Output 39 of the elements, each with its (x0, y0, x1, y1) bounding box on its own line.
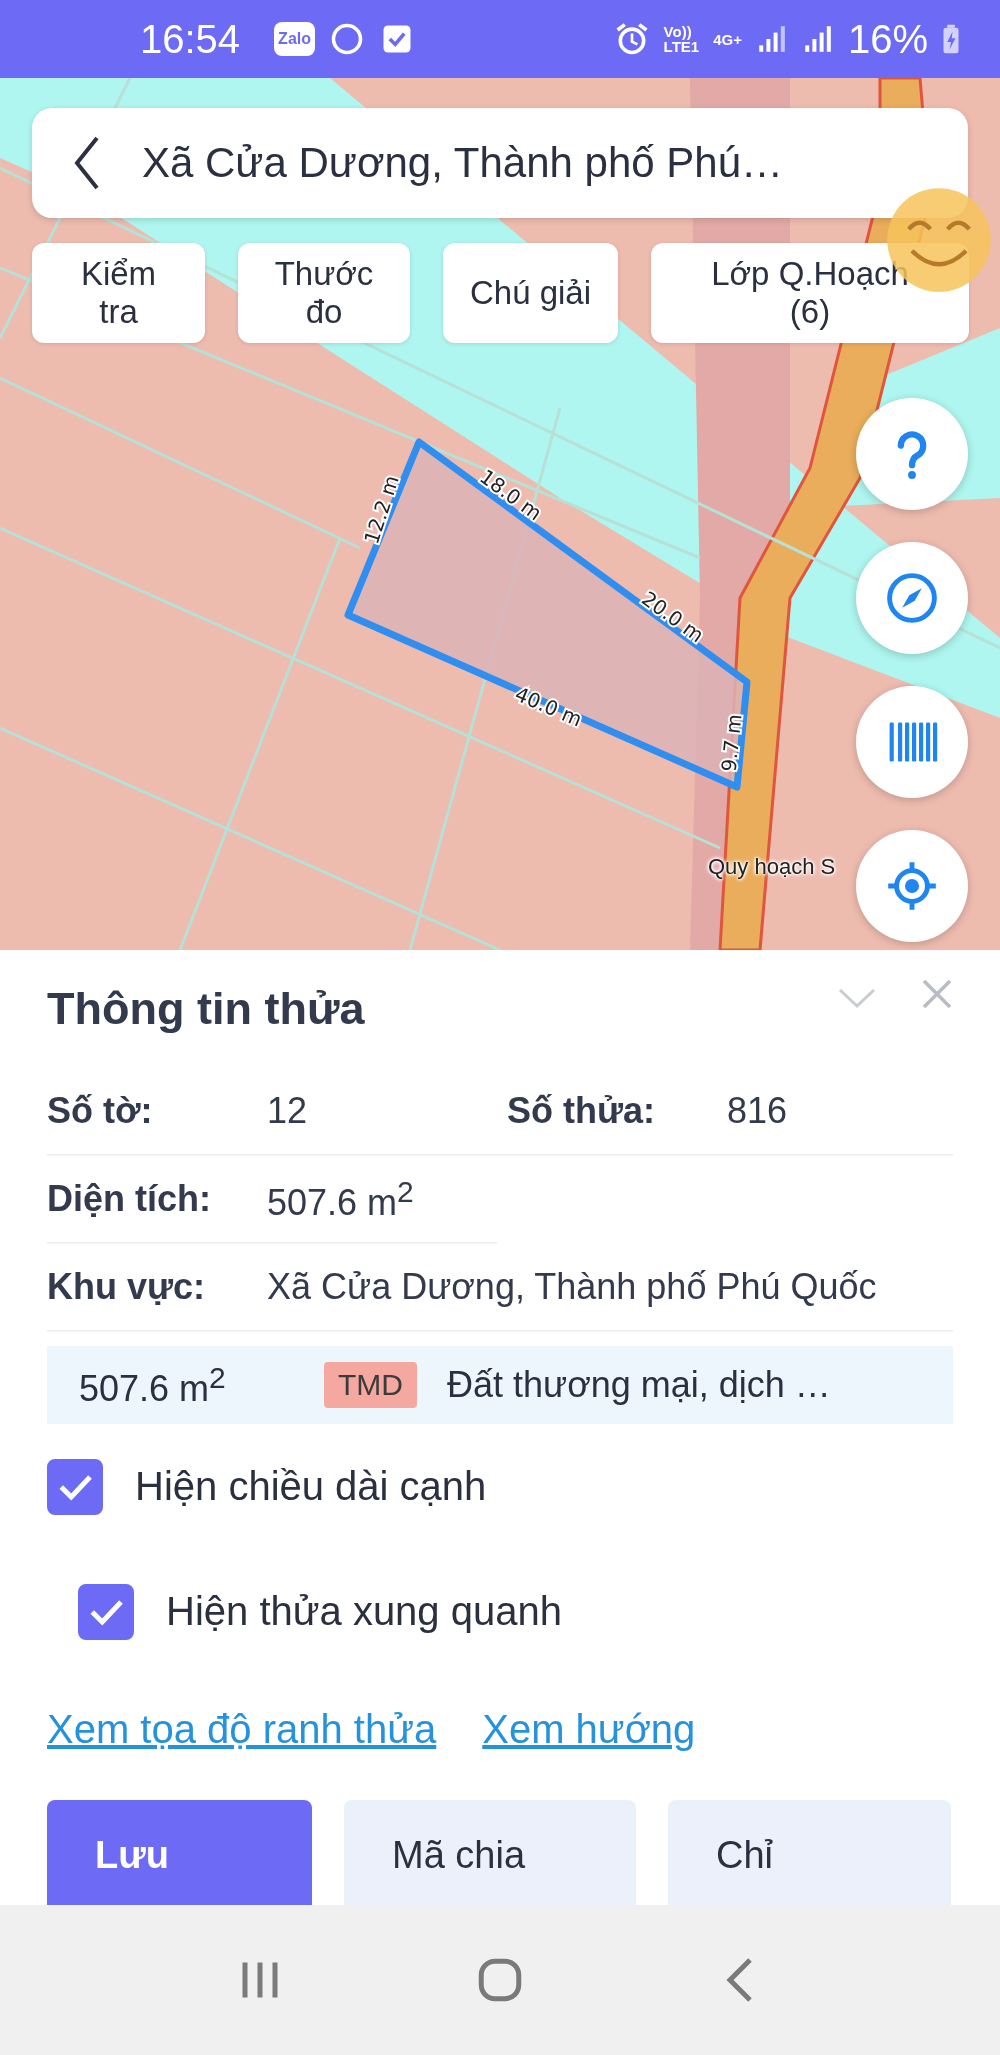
lte-label: LTE1 (663, 39, 700, 54)
land-use-area: 507.6 m$^{2}$ (79, 1360, 324, 1410)
compass-icon (884, 570, 940, 626)
battery-percent: 16% (847, 16, 928, 62)
edge-length-label: 18.0 m (475, 464, 547, 526)
action-button[interactable]: Chỉ (668, 1800, 951, 1905)
checkbox[interactable] (78, 1583, 134, 1640)
field-value: 12 (267, 1090, 309, 1132)
search-value: Xã Cửa Dương, Thành phố Phú… (142, 139, 784, 187)
field-value: 507.6 m$^{2}$ (267, 1174, 414, 1224)
status-time: 16:54 (140, 16, 241, 62)
checkbox-label[interactable]: Hiện chiều dài cạnh (135, 1464, 487, 1509)
network-label: 4G+ (713, 30, 742, 48)
land-use-code: TMD (324, 1362, 417, 1408)
circle-icon (329, 21, 365, 57)
checkbox[interactable] (47, 1458, 103, 1515)
land-use-description: Đất thương mại, dịch … (447, 1364, 831, 1406)
search-bar[interactable]: Xã Cửa Dương, Thành phố Phú… (32, 108, 968, 218)
field-label: Khu vực: (47, 1266, 207, 1308)
edge-length-label: 40.0 m (511, 681, 586, 732)
battery-icon (942, 23, 960, 55)
field-value: 816 (727, 1090, 788, 1132)
close-icon[interactable] (921, 978, 953, 1010)
action-button[interactable]: Mã chia (344, 1800, 636, 1905)
edge-length-label: 12.2 m (359, 472, 404, 547)
selected-parcel[interactable] (344, 438, 751, 791)
action-button[interactable]: Lưu (47, 1800, 312, 1905)
field-label: Diện tích: (47, 1178, 212, 1220)
edge-length-label: 9.7 m (716, 712, 747, 773)
volte-label: Vo)) (663, 24, 693, 39)
field-label: Số thửa: (507, 1090, 657, 1132)
field-value: Xã Cửa Dương, Thành phố Phú Quốc (267, 1266, 877, 1308)
field-label: Số tờ: (47, 1090, 154, 1132)
app-notification-icon: Zalo (274, 22, 315, 56)
panel-title: Thông tin thửa (47, 983, 365, 1035)
map-tool-button[interactable]: Chú giải (443, 243, 618, 343)
map-tool-button[interactable]: Thước đo (238, 243, 410, 343)
checkbox-label[interactable]: Hiện thửa xung quanh (166, 1589, 562, 1634)
map-tool-button[interactable]: Kiểm tra (32, 243, 205, 343)
